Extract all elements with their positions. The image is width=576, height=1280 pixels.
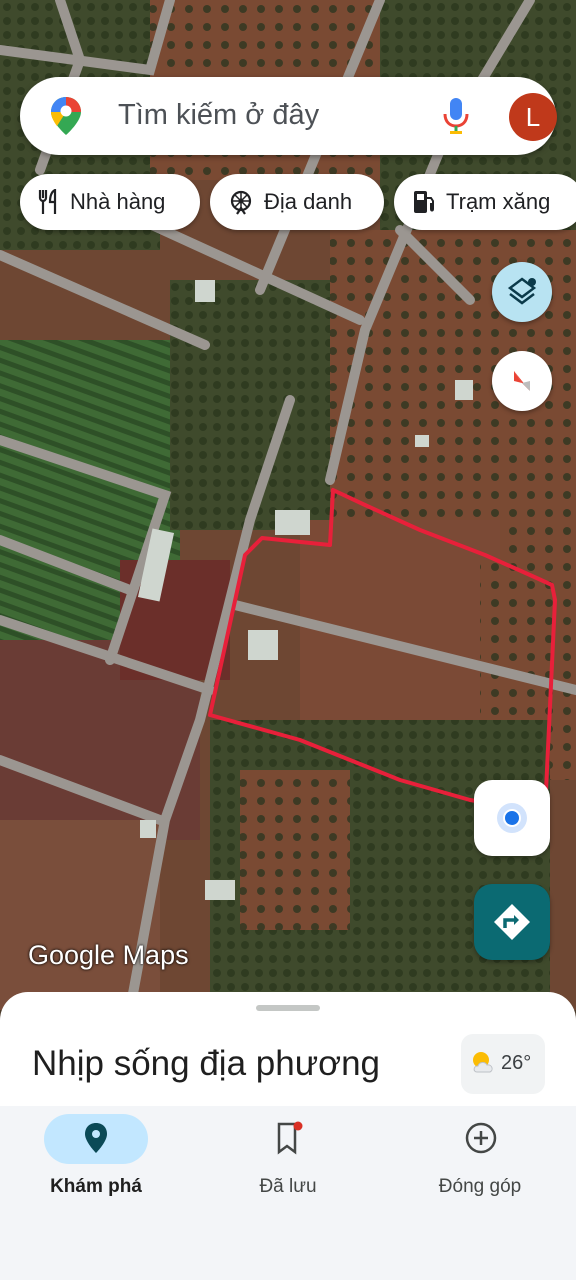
- nav-explore[interactable]: Khám phá: [0, 1106, 192, 1226]
- directions-icon: [494, 904, 530, 940]
- compass-button[interactable]: [492, 351, 552, 411]
- chip-restaurants[interactable]: Nhà hàng: [20, 174, 200, 230]
- add-circle-icon: [465, 1122, 497, 1154]
- sheet-title: Nhịp sống địa phương: [32, 1044, 381, 1083]
- layers-button[interactable]: [492, 262, 552, 322]
- nav-contribute[interactable]: Đóng góp: [384, 1106, 576, 1226]
- my-location-button[interactable]: [474, 780, 550, 856]
- explore-pin-icon: [85, 1123, 107, 1153]
- my-location-icon: [497, 803, 527, 833]
- nav-saved[interactable]: Đã lưu: [192, 1106, 384, 1226]
- nav-label: Đã lưu: [259, 1176, 317, 1197]
- bottom-navigation: Khám phá Đã lưu Đóng góp: [0, 1106, 576, 1280]
- layers-icon: [507, 277, 537, 305]
- chip-label: Địa danh: [264, 189, 353, 214]
- microphone-icon[interactable]: [440, 96, 472, 136]
- weather-temperature: 26°: [501, 1052, 532, 1074]
- partly-cloudy-icon: [473, 1052, 493, 1073]
- weather-badge[interactable]: 26°: [461, 1034, 545, 1094]
- gas-station-icon: [414, 191, 434, 213]
- nav-label: Khám phá: [50, 1176, 142, 1197]
- google-maps-logo-icon: [51, 97, 81, 135]
- chip-label: Nhà hàng: [70, 189, 166, 214]
- search-placeholder[interactable]: Tìm kiếm ở đây: [118, 99, 319, 132]
- chip-label: Trạm xăng: [446, 189, 551, 214]
- google-maps-attribution: Google Maps: [28, 940, 189, 970]
- restaurant-icon: [38, 189, 57, 214]
- directions-button[interactable]: [474, 884, 550, 960]
- chip-attractions[interactable]: Địa danh: [210, 174, 384, 230]
- sheet-drag-handle[interactable]: [256, 1005, 320, 1011]
- attraction-icon: [230, 190, 252, 215]
- search-bar[interactable]: Tìm kiếm ở đây L: [20, 77, 557, 155]
- account-avatar[interactable]: L: [509, 93, 557, 141]
- compass-icon: [514, 371, 530, 391]
- chip-gas-stations[interactable]: Trạm xăng: [394, 174, 576, 230]
- bookmark-icon: [277, 1121, 303, 1155]
- nav-label: Đóng góp: [438, 1176, 522, 1197]
